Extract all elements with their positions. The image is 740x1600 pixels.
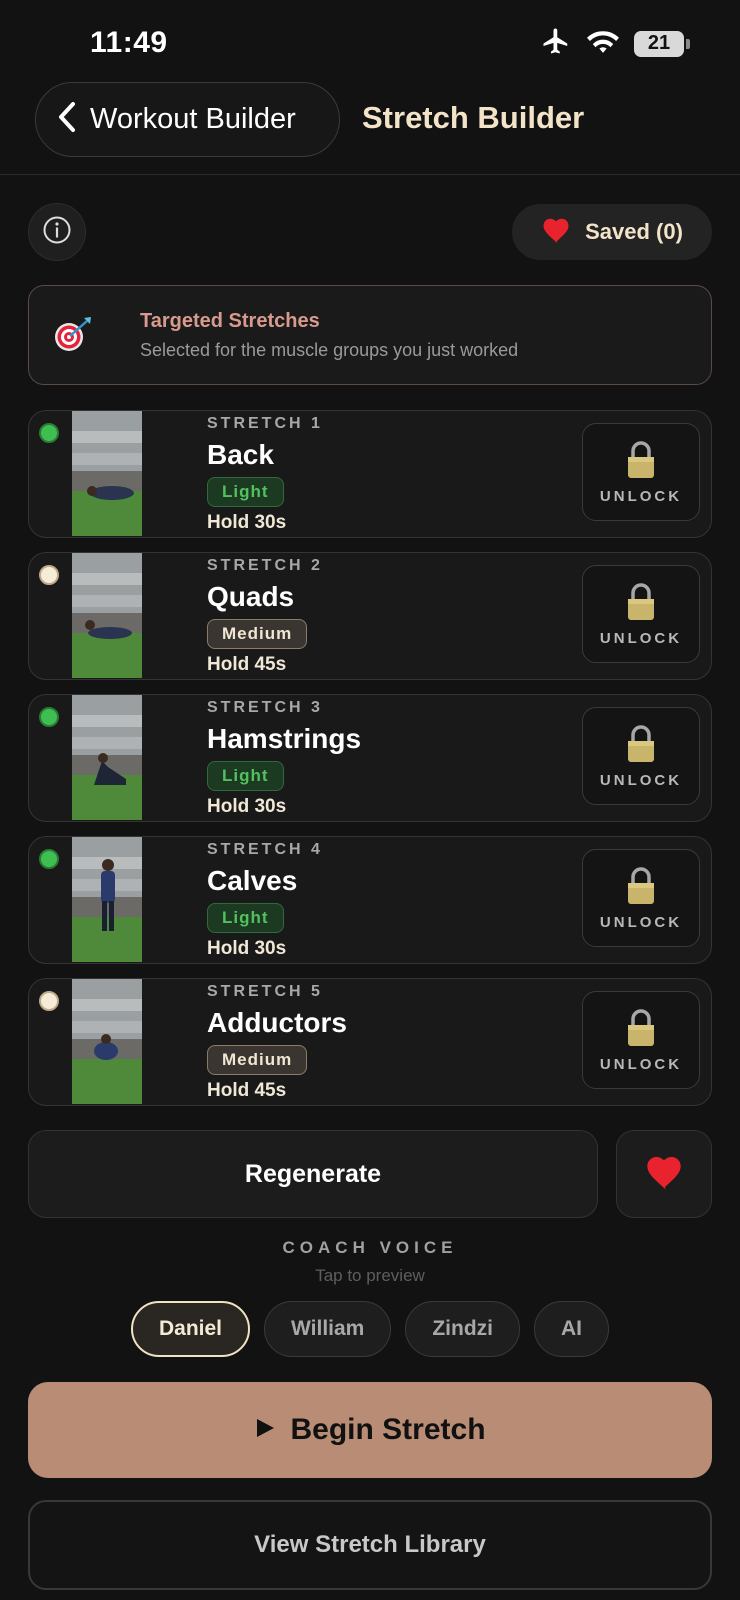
- voice-chip-ai[interactable]: AI: [534, 1301, 609, 1357]
- hold-duration: Hold 30s: [207, 938, 287, 959]
- intensity-badge: Light: [207, 477, 284, 507]
- stretch-name: Back: [207, 439, 274, 470]
- lock-icon: [625, 1008, 657, 1053]
- stretch-name: Calves: [207, 865, 298, 896]
- target-icon: [51, 313, 95, 362]
- coach-voice-subtitle: Tap to preview: [315, 1266, 425, 1285]
- lock-icon: [625, 582, 657, 627]
- unlock-label: UNLOCK: [599, 914, 683, 931]
- saved-button[interactable]: Saved (0): [512, 204, 712, 260]
- unlock-button[interactable]: UNLOCK: [582, 849, 700, 947]
- back-button[interactable]: Workout Builder: [35, 82, 340, 157]
- unlock-label: UNLOCK: [599, 772, 683, 789]
- chevron-left-icon: [54, 100, 80, 139]
- unlock-button[interactable]: UNLOCK: [582, 423, 700, 521]
- intensity-badge: Light: [207, 761, 284, 791]
- stretch-name: Hamstrings: [207, 723, 362, 754]
- intensity-badge: Light: [207, 903, 284, 933]
- status-dot: [39, 565, 59, 585]
- banner-subtitle: Selected for the muscle groups you just …: [140, 340, 519, 360]
- play-icon: [254, 1417, 276, 1444]
- stretch-label: STRETCH 4: [207, 841, 323, 858]
- status-icons: 21: [540, 26, 690, 61]
- status-dot: [39, 991, 59, 1011]
- stretch-row[interactable]: STRETCH 1 Back Light Hold 30s UNLOCK: [28, 410, 712, 538]
- battery-level: 21: [634, 30, 684, 57]
- stretch-thumbnail: [72, 837, 142, 962]
- lock-icon: [625, 866, 657, 911]
- view-library-label: View Stretch Library: [254, 1531, 486, 1558]
- stretch-label: STRETCH 2: [207, 557, 323, 574]
- stretch-thumbnail: [72, 695, 142, 820]
- voice-chip-zindzi[interactable]: Zindzi: [405, 1301, 520, 1357]
- status-dot: [39, 707, 59, 727]
- status-time: 11:49: [90, 26, 168, 59]
- wifi-icon: [586, 27, 620, 60]
- heart-icon: [541, 216, 571, 249]
- regenerate-label: Regenerate: [244, 1159, 382, 1188]
- stretch-label: STRETCH 3: [207, 699, 323, 716]
- coach-voice-options: Daniel William Zindzi AI: [0, 1301, 740, 1357]
- hold-duration: Hold 45s: [207, 1080, 287, 1101]
- stretch-thumbnail: [72, 979, 142, 1104]
- hold-duration: Hold 45s: [207, 654, 287, 675]
- banner-title: Targeted Stretches: [140, 310, 320, 332]
- saved-count-label: Saved (0): [585, 219, 683, 244]
- unlock-button[interactable]: UNLOCK: [582, 707, 700, 805]
- stretch-name: Quads: [207, 581, 295, 612]
- regenerate-button[interactable]: Regenerate: [28, 1130, 598, 1218]
- stretch-row[interactable]: STRETCH 2 Quads Medium Hold 45s UNLOCK: [28, 552, 712, 680]
- status-bar: 11:49 21: [0, 0, 740, 80]
- coach-voice-title: COACH VOICE: [282, 1238, 458, 1257]
- view-library-button[interactable]: View Stretch Library: [28, 1500, 712, 1590]
- heart-icon: [644, 1153, 684, 1196]
- airplane-icon: [540, 26, 572, 61]
- status-dot: [39, 423, 59, 443]
- stretch-name: Adductors: [207, 1007, 347, 1038]
- nav-header: Workout Builder Stretch Builder: [0, 80, 740, 175]
- info-icon: [42, 215, 72, 250]
- hold-duration: Hold 30s: [207, 796, 287, 817]
- voice-chip-daniel[interactable]: Daniel: [130, 1301, 251, 1357]
- info-button[interactable]: [28, 203, 86, 261]
- unlock-label: UNLOCK: [599, 488, 683, 505]
- unlock-button[interactable]: UNLOCK: [582, 991, 700, 1089]
- targeted-stretches-banner: Targeted Stretches Selected for the musc…: [28, 285, 712, 385]
- lock-icon: [625, 724, 657, 769]
- battery-icon: 21: [634, 30, 690, 57]
- intensity-badge: Medium: [207, 619, 308, 649]
- unlock-label: UNLOCK: [599, 630, 683, 647]
- stretch-label: STRETCH 1: [207, 415, 323, 432]
- intensity-badge: Medium: [207, 1045, 308, 1075]
- begin-stretch-button[interactable]: Begin Stretch: [28, 1382, 712, 1478]
- page-title: Stretch Builder: [362, 100, 585, 135]
- unlock-button[interactable]: UNLOCK: [582, 565, 700, 663]
- voice-chip-william[interactable]: William: [264, 1301, 392, 1357]
- stretch-thumbnail: [72, 553, 142, 678]
- back-button-label: Workout Builder: [90, 103, 296, 135]
- stretch-label: STRETCH 5: [207, 983, 323, 1000]
- hold-duration: Hold 30s: [207, 512, 287, 533]
- lock-icon: [625, 440, 657, 485]
- favorite-button[interactable]: [616, 1130, 712, 1218]
- status-dot: [39, 849, 59, 869]
- unlock-label: UNLOCK: [599, 1056, 683, 1073]
- stretch-row[interactable]: STRETCH 3 Hamstrings Light Hold 30s UNLO…: [28, 694, 712, 822]
- stretch-thumbnail: [72, 411, 142, 536]
- begin-stretch-label: Begin Stretch: [290, 1413, 486, 1446]
- stretch-row[interactable]: STRETCH 4 Calves Light Hold 30s UNLOCK: [28, 836, 712, 964]
- stretch-row[interactable]: STRETCH 5 Adductors Medium Hold 45s UNLO…: [28, 978, 712, 1106]
